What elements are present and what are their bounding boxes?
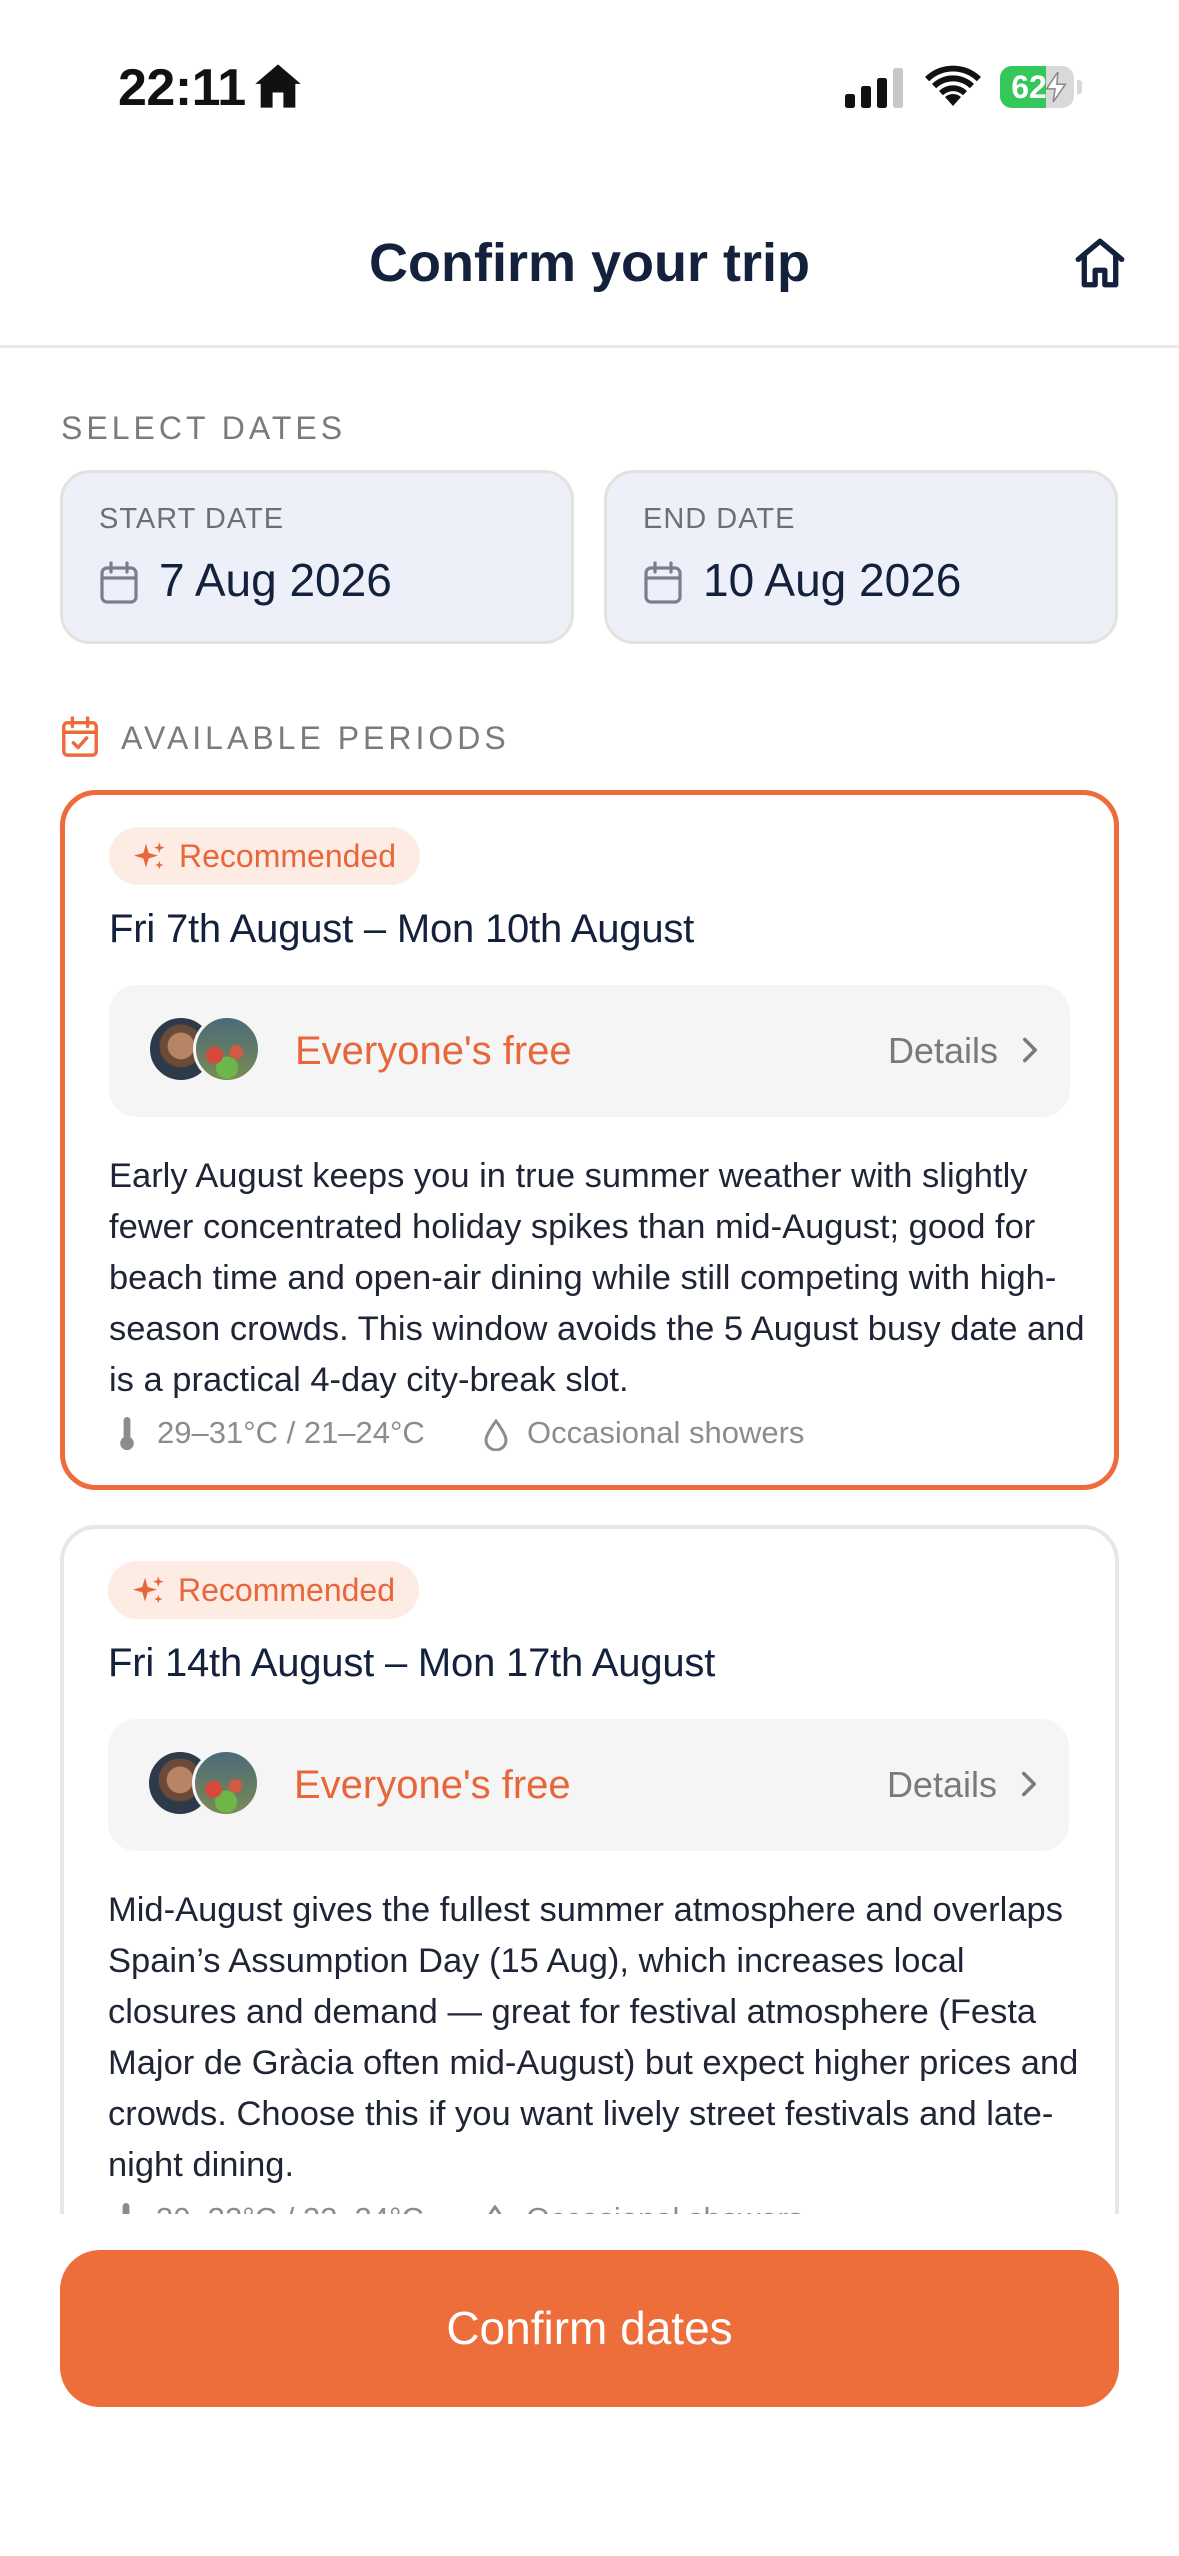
available-periods-label: AVAILABLE PERIODS [121,720,510,756]
start-date-label: START DATE [99,503,285,535]
period-description: Early August keeps you in true summer we… [109,1157,1085,1399]
raindrop-icon [484,1419,508,1451]
calendar-icon [100,561,138,604]
start-date-value: 7 Aug 2026 [159,554,392,606]
sparkle-icon [134,842,165,869]
recommended-badge-label: Recommended [178,1572,395,1608]
header: Confirm your trip [0,180,1179,348]
wifi-icon [925,65,981,106]
sparkle-icon [133,1576,164,1603]
end-date-label: END DATE [643,503,796,535]
confirm-dates-button[interactable]: Confirm dates [60,2250,1119,2407]
calendar-check-icon [62,716,98,757]
availability-row[interactable]: Everyone's free Details [109,985,1070,1117]
period-card[interactable]: Recommended Fri 14th August – Mon 17th A… [60,1525,1119,2214]
recommended-badge: Recommended [108,1561,419,1619]
details-label: Details [886,1764,997,1805]
details-link[interactable]: Details [887,1719,1039,1851]
avatar [192,1749,260,1817]
home-icon [255,64,301,108]
availability-status: Everyone's free [294,1763,571,1807]
recommended-badge: Recommended [109,827,420,885]
weather-conditions: Occasional showers [526,2199,803,2214]
chevron-right-icon [1022,1772,1036,1797]
home-icon [1075,238,1125,288]
thermometer-icon [120,1417,134,1451]
status-time: 22:11 [118,59,246,117]
period-title: Fri 7th August – Mon 10th August [109,907,695,951]
raindrop-icon [488,2205,502,2214]
period-description: Mid-August gives the fullest summer atmo… [108,1891,1079,2184]
status-bar: 22:11 62 [0,0,1179,180]
select-dates-label: SELECT DATES [61,410,347,446]
end-date-field[interactable]: END DATE 10 Aug 2026 [604,470,1118,644]
end-date-value: 10 Aug 2026 [703,554,962,606]
weather-row: 29–31°C / 21–24°C Occasional showers [109,1413,1089,1453]
cellular-signal-icon [845,68,903,108]
availability-row[interactable]: Everyone's free Details [108,1719,1069,1851]
details-link[interactable]: Details [888,985,1040,1117]
battery-indicator: 62 [1000,66,1082,108]
details-label: Details [887,1030,998,1071]
recommended-badge-label: Recommended [179,838,396,874]
weather-row: 30–32°C / 22–24°C Occasional showers [108,2199,1088,2214]
temperature-range: 30–32°C / 22–24°C [156,2199,424,2214]
charging-bolt-icon [1045,72,1067,102]
periods-list[interactable]: Recommended Fri 7th August – Mon 10th Au… [0,780,1179,2214]
period-card[interactable]: Recommended Fri 7th August – Mon 10th Au… [60,790,1119,1490]
weather-conditions: Occasional showers [527,1415,805,1450]
chevron-right-icon [1023,1038,1037,1063]
page-title: Confirm your trip [369,233,810,293]
availability-status: Everyone's free [295,1029,572,1073]
temperature-range: 29–31°C / 21–24°C [157,1415,425,1450]
start-date-field[interactable]: START DATE 7 Aug 2026 [60,470,574,644]
battery-tip [1077,80,1082,94]
calendar-icon [644,561,682,604]
avatar [193,1015,261,1083]
home-button[interactable] [1065,228,1135,298]
period-title: Fri 14th August – Mon 17th August [108,1641,716,1685]
thermometer-icon [122,2203,130,2214]
